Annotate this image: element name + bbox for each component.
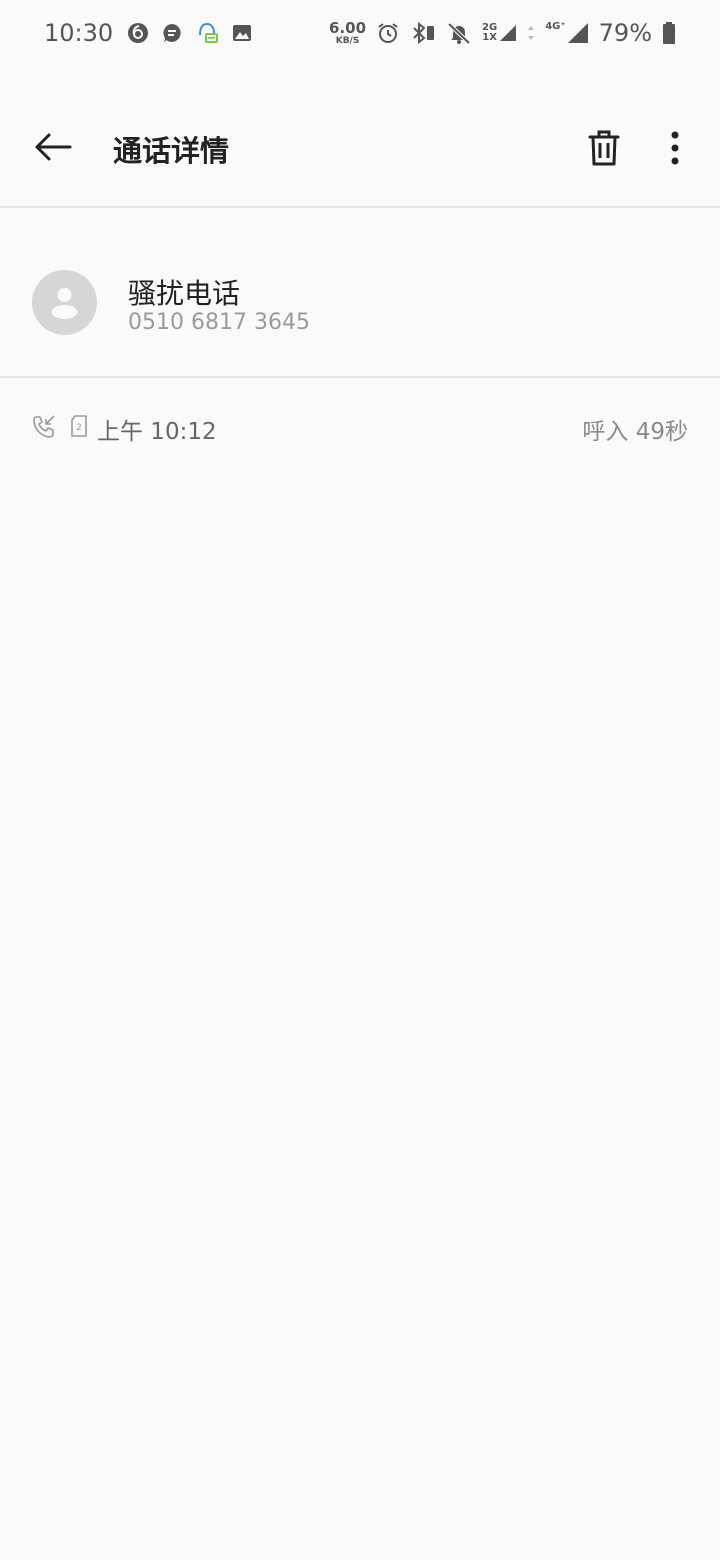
- call-type-duration: 呼入 49秒: [582, 419, 688, 445]
- signal-strength-icon: [567, 23, 588, 43]
- alarm-icon: [376, 21, 400, 45]
- netease-music-icon: [127, 22, 149, 44]
- message-bubble-icon: [161, 22, 183, 44]
- contact-name: 骚扰电话: [128, 277, 241, 310]
- bluetooth-icon: [410, 21, 436, 45]
- net-speed-unit: KB/S: [335, 35, 360, 46]
- call-record-row: 2 上午 10:12 呼入 49秒: [0, 398, 720, 458]
- back-arrow-icon: [35, 133, 72, 161]
- sim2-signal: 4G⁺: [545, 22, 588, 44]
- net-speed-value: 6.00: [329, 18, 367, 37]
- delete-button[interactable]: [584, 126, 624, 170]
- incoming-call-icon: [32, 414, 56, 444]
- call-details-screen: 10:30 6.00 KB/S 2G 1X 4G⁺ 79% 通话详情 骚扰电话 …: [0, 0, 720, 1560]
- sim-card-icon: 2: [69, 414, 89, 442]
- image-icon: [231, 22, 253, 44]
- sim-slot-number: 2: [76, 423, 82, 433]
- mute-bell-icon: [446, 21, 472, 45]
- sim1-signal: 2G 1X: [482, 23, 517, 43]
- more-vert-icon: [671, 131, 679, 165]
- more-options-button[interactable]: [660, 126, 690, 170]
- sim1-data-type: 1X: [482, 32, 497, 43]
- signal-strength-icon: [500, 25, 517, 41]
- sim2-network-type: 4G⁺: [545, 21, 566, 32]
- app-bar: 通话详情: [0, 88, 720, 206]
- contact-info[interactable]: 骚扰电话 0510 6817 3645: [0, 208, 720, 376]
- qq-icon: [195, 21, 219, 45]
- contact-divider: [0, 376, 720, 378]
- status-time: 10:30: [44, 19, 114, 47]
- contact-number: 0510 6817 3645: [128, 310, 310, 335]
- call-time: 上午 10:12: [97, 419, 217, 445]
- page-title: 通话详情: [113, 134, 230, 168]
- trash-icon: [588, 130, 620, 166]
- back-button[interactable]: [32, 126, 74, 168]
- data-arrows-icon: [527, 24, 535, 42]
- battery-icon: [662, 21, 676, 45]
- person-icon: [51, 288, 78, 319]
- battery-percentage: 79%: [598, 19, 652, 47]
- network-speed: 6.00 KB/S: [329, 18, 367, 46]
- avatar: [32, 270, 97, 335]
- status-bar: 10:30 6.00 KB/S 2G 1X 4G⁺ 79%: [0, 0, 720, 66]
